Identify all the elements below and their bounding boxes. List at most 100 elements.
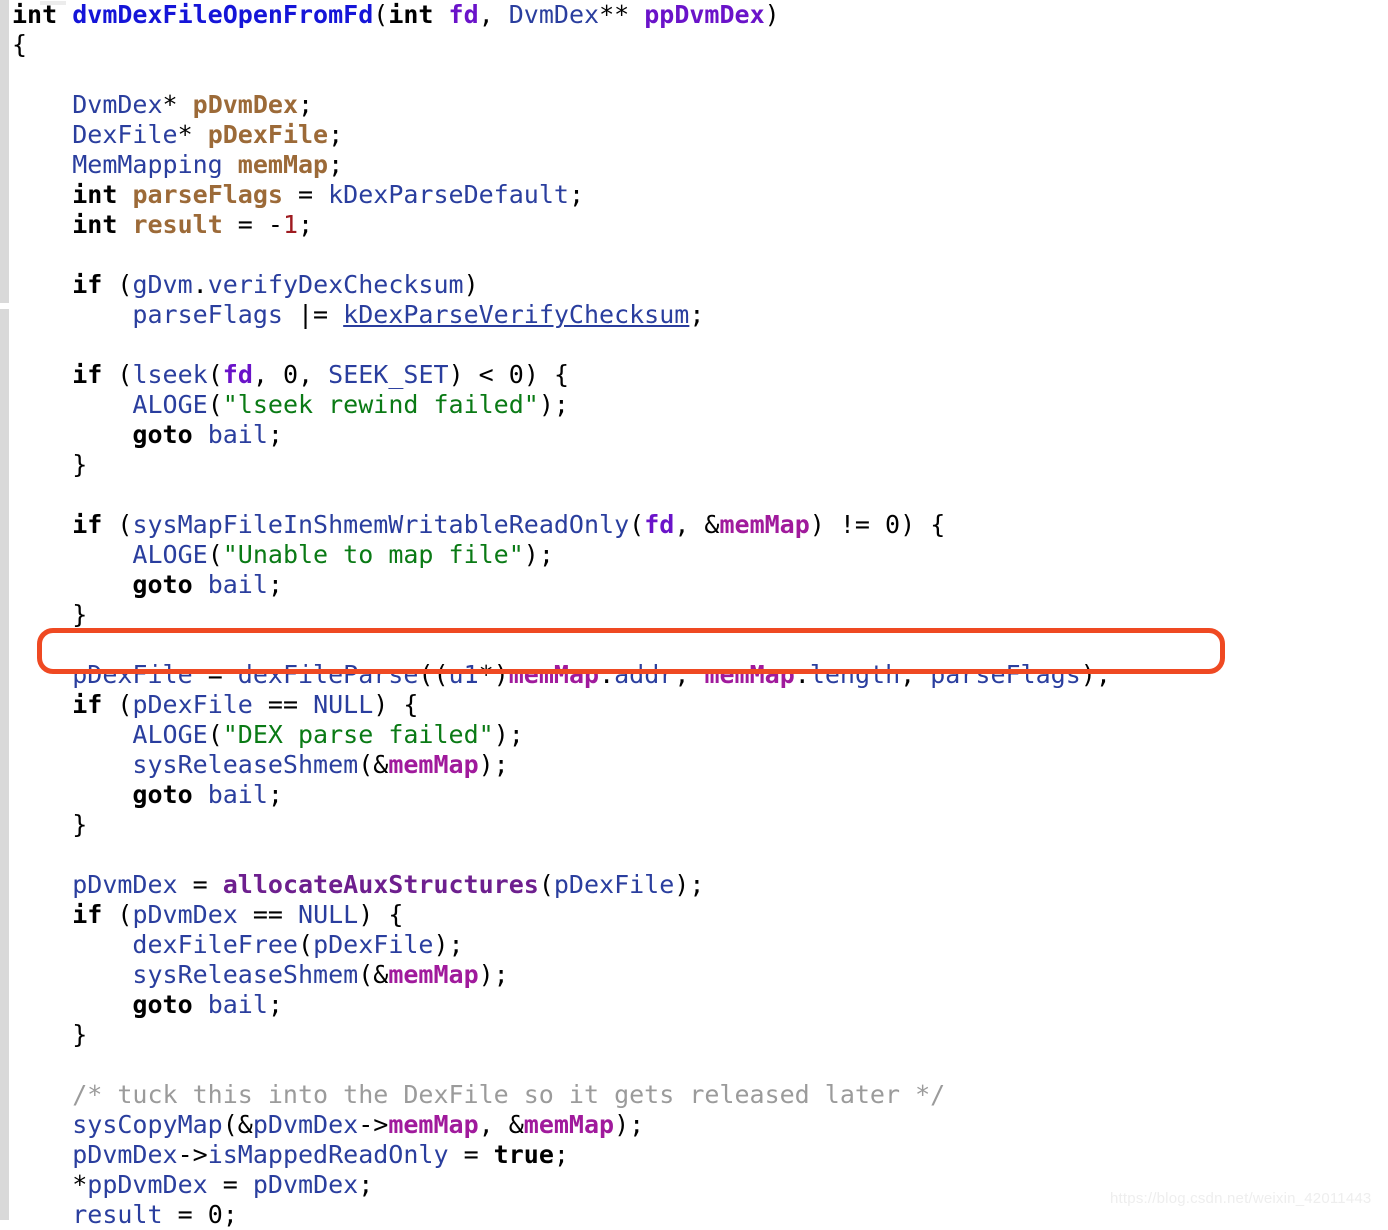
code-token-id: SEEK_SET — [328, 360, 449, 389]
code-token-punct: ; — [267, 570, 283, 599]
code-token-id: bail — [207, 990, 268, 1019]
code-token-param: ppDvmDex — [644, 0, 765, 29]
code-token-punct: , — [900, 660, 931, 689]
code-token-id: pDvmDex — [252, 1110, 359, 1139]
code-token-id: ALOGE — [132, 540, 208, 569]
code-token-kw: goto — [132, 420, 193, 449]
code-token-punct: (( — [418, 660, 449, 689]
code-token-punct: (& — [358, 750, 389, 779]
code-token-id: parseFlags — [930, 660, 1081, 689]
code-line: pDvmDex = allocateAuxStructures(pDexFile… — [0, 870, 1388, 900]
code-token-id: pDvmDex — [252, 1170, 359, 1199]
code-token-str: "Unable to map file" — [222, 540, 524, 569]
code-line: pDvmDex->isMappedReadOnly = true; — [0, 1140, 1388, 1170]
code-token-fnpur: allocateAuxStructures — [222, 870, 539, 899]
code-token-punct: , — [298, 360, 329, 389]
code-token-cmt: /* tuck this into the DexFile so it gets… — [72, 1080, 946, 1109]
code-line: sysReleaseShmem(&memMap); — [0, 960, 1388, 990]
code-token-punct: , & — [478, 1110, 524, 1139]
code-token-id: parseFlags — [132, 300, 283, 329]
code-line: } — [0, 810, 1388, 840]
code-token-punct — [117, 210, 132, 239]
code-token-punct: == — [237, 900, 299, 929]
code-token-punct: , & — [674, 510, 720, 539]
code-token-punct: == — [252, 690, 314, 719]
code-token-str: "DEX parse failed" — [222, 720, 494, 749]
code-token-field: memMap — [508, 660, 600, 689]
code-token-id: NULL — [313, 690, 374, 719]
code-token-punct: -> — [177, 1140, 208, 1169]
code-token-punct: = — [177, 870, 223, 899]
code-token-decl: parseFlags — [132, 180, 283, 209]
code-token-punct: ) { — [373, 690, 419, 719]
code-line: sysReleaseShmem(&memMap); — [0, 750, 1388, 780]
code-token-punct: ; — [328, 120, 344, 149]
code-token-punct: } — [72, 600, 88, 629]
code-token-kw: if — [72, 360, 103, 389]
code-token-id: length — [809, 660, 901, 689]
code-token-punct: (& — [358, 960, 389, 989]
code-token-punct: ) { — [523, 360, 570, 389]
code-token-punct: } — [72, 1020, 88, 1049]
code-token-punct: = — [282, 180, 329, 209]
code-token-kw: true — [493, 1140, 554, 1169]
code-line: if (pDvmDex == NULL) { — [0, 900, 1388, 930]
code-token-punct: ; — [298, 90, 314, 119]
code-line: } — [0, 600, 1388, 630]
code-token-id: bail — [207, 780, 268, 809]
code-token-punct: 0 — [207, 1200, 223, 1229]
code-token-punct — [193, 420, 208, 449]
code-token-punct — [223, 150, 238, 179]
code-line: parseFlags |= kDexParseVerifyChecksum; — [0, 300, 1388, 330]
code-token-decl: pDexFile — [207, 120, 329, 149]
code-token-punct — [193, 780, 208, 809]
code-token-fn: dvmDexFileOpenFromFd — [72, 0, 374, 29]
code-token-punct: ( — [207, 720, 223, 749]
code-line: { — [0, 30, 1388, 60]
code-token-id: addr — [614, 660, 675, 689]
code-token-id: pDexFile — [313, 930, 434, 959]
code-token-punct: ; — [298, 210, 314, 239]
code-token-id: kDexParseDefault — [328, 180, 569, 209]
code-token-punct — [117, 180, 132, 209]
code-token-id: bail — [207, 420, 268, 449]
code-token-id: pDvmDex — [132, 900, 238, 929]
code-token-punct: ) — [463, 270, 479, 299]
code-token-param: fd — [644, 510, 675, 539]
code-token-punct: * — [72, 1170, 88, 1199]
code-line: } — [0, 450, 1388, 480]
code-line: int parseFlags = kDexParseDefault; — [0, 180, 1388, 210]
code-line: } — [0, 1020, 1388, 1050]
code-token-param: fd — [448, 0, 479, 29]
code-line: if (lseek(fd, 0, SEEK_SET) < 0) { — [0, 360, 1388, 390]
code-line: if (sysMapFileInShmemWritableReadOnly(fd… — [0, 510, 1388, 540]
code-listing: int dvmDexFileOpenFromFd(int fd, DvmDex*… — [0, 0, 1388, 1230]
code-token-punct: , — [252, 360, 283, 389]
code-token-field: memMap — [523, 1110, 615, 1139]
code-token-punct — [193, 570, 208, 599]
code-line: int result = -1; — [0, 210, 1388, 240]
code-token-id: bail — [207, 570, 268, 599]
code-token-punct: ; — [553, 1140, 569, 1169]
code-token-punct: = — [192, 660, 238, 689]
code-token-punct: = — [162, 1200, 208, 1229]
code-line: int dvmDexFileOpenFromFd(int fd, DvmDex*… — [0, 0, 1388, 30]
code-token-field: memMap — [719, 510, 810, 539]
code-token-punct — [433, 0, 448, 29]
code-token-punct: 0 — [885, 510, 901, 539]
code-token-id: pDvmDex — [72, 870, 178, 899]
code-token-kw: int — [388, 0, 434, 29]
